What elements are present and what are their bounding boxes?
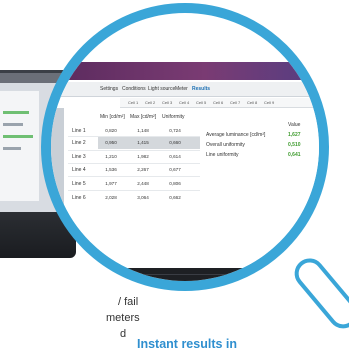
sidebar (51, 108, 64, 228)
cell-uniformity: 0,614 (169, 154, 181, 159)
row-label[interactable]: Line 1 (72, 128, 86, 134)
cell-min: 1,536 (105, 167, 117, 172)
window-titlebar (55, 62, 319, 80)
tab-conditions[interactable]: Conditions (122, 86, 146, 92)
cell-min: 0,950 (105, 140, 117, 145)
results-value-header: Value (288, 122, 301, 128)
raw-data-table (51, 268, 319, 281)
cell-tab[interactable]: Cell 9 (264, 100, 274, 105)
cell-max: 1,148 (137, 128, 149, 133)
row-label[interactable]: Line 4 (72, 167, 86, 173)
cell-tab[interactable]: Cell 5 (196, 100, 206, 105)
cell-min: 0,820 (105, 128, 117, 133)
laptop-panel (0, 91, 39, 201)
tab-settings[interactable]: Settings (100, 86, 118, 92)
cell-tab[interactable]: Cell 6 (213, 100, 223, 105)
column-header-min: Min [cd/m²] (100, 114, 125, 120)
result-value: 0,641 (288, 152, 301, 158)
cell-max: 1,982 (137, 154, 149, 159)
column-header-uniformity: Uniformity (162, 114, 185, 120)
cell-max: 2,448 (137, 181, 149, 186)
cell-uniformity: 0,662 (169, 195, 181, 200)
row-label[interactable]: Line 3 (72, 154, 86, 160)
cell-tab[interactable]: Cell 1 (128, 100, 138, 105)
side-text-3: d (120, 328, 127, 340)
cell-uniformity: 0,724 (169, 128, 181, 133)
tab-meter[interactable]: Meter (175, 86, 188, 92)
magnified-screen: Settings Conditions Light source Meter R… (51, 13, 319, 281)
cell-uniformity: 0,677 (169, 167, 181, 172)
cell-max: 1,415 (137, 140, 149, 145)
result-label: Average luminance [cd/m²] (206, 132, 266, 138)
caption-title: Instant results in (137, 337, 238, 351)
tab-results[interactable]: Results (192, 86, 210, 92)
cell-tab[interactable]: Cell 7 (230, 100, 240, 105)
cell-tab[interactable]: Cell 4 (179, 100, 189, 105)
column-header-max: Max [cd/m²] (130, 114, 157, 120)
cell-max: 2,267 (137, 167, 149, 172)
cell-max: 3,064 (137, 195, 149, 200)
result-label: Line uniformity (206, 152, 239, 158)
result-value: 0,510 (288, 142, 301, 148)
side-text-2: meters (106, 312, 140, 324)
cell-tab[interactable]: Cell 2 (145, 100, 155, 105)
cell-min: 1,210 (105, 154, 117, 159)
magnifier-lens: Settings Conditions Light source Meter R… (41, 3, 329, 291)
cell-uniformity: 0,806 (169, 181, 181, 186)
row-label[interactable]: Line 6 (72, 195, 86, 201)
result-label: Overall uniformity (206, 142, 245, 148)
cell-tab[interactable]: Cell 8 (247, 100, 257, 105)
row-label[interactable]: Line 5 (72, 181, 86, 187)
tab-light-source[interactable]: Light source (148, 86, 175, 92)
cell-uniformity: 0,660 (169, 140, 181, 145)
row-label[interactable]: Line 2 (72, 140, 86, 146)
cell-tab[interactable]: Cell 3 (162, 100, 172, 105)
side-text-1: / fail (118, 296, 139, 308)
cell-min: 1,977 (105, 181, 117, 186)
cell-min: 2,028 (105, 195, 117, 200)
result-value: 1,627 (288, 132, 301, 138)
